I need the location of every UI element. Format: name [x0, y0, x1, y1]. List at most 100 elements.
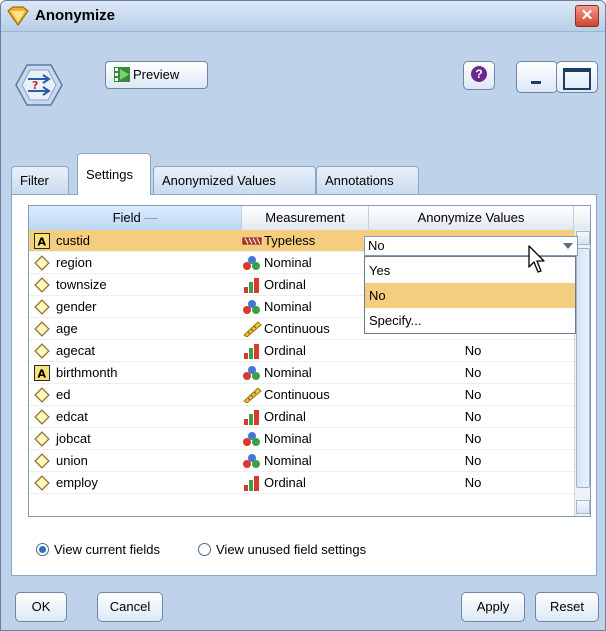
help-icon: ? [471, 66, 487, 82]
table-vertical-scrollbar[interactable] [574, 230, 590, 516]
anonymize-value-cell[interactable]: No [371, 362, 575, 384]
help-button[interactable]: ? [463, 61, 495, 90]
field-name: jobcat [56, 431, 91, 446]
string-type-icon: A [34, 365, 50, 381]
measurement-value: Nominal [264, 453, 312, 468]
option-specify[interactable]: Specify... [365, 308, 575, 333]
measurement-value: Continuous [264, 321, 330, 336]
field-cell: agecat [31, 340, 239, 362]
table-row[interactable]: Abirthmonth Nominal No [29, 362, 574, 384]
field-cell: ed [31, 384, 239, 406]
field-name: custid [56, 233, 90, 248]
anonymize-value-cell[interactable]: No [371, 472, 575, 494]
anonymize-dialog: Anonymize ✕ ? Preview ? Filter Settings … [0, 0, 606, 631]
tab-filter[interactable]: Filter [11, 166, 69, 194]
table-row[interactable]: ed Continuous No [29, 384, 574, 406]
measurement-cell[interactable]: Ordinal [242, 274, 366, 296]
tab-anonymized-values[interactable]: Anonymized Values [153, 166, 316, 194]
ok-button[interactable]: OK [15, 592, 67, 622]
measurement-cell[interactable]: Continuous [242, 384, 366, 406]
field-cell: townsize [31, 274, 239, 296]
measurement-cell[interactable]: Nominal [242, 252, 366, 274]
anonymize-value-cell[interactable]: No [371, 384, 575, 406]
field-name: ed [56, 387, 71, 402]
field-cell: Acustid [31, 230, 239, 252]
header-field[interactable]: Field — [29, 206, 242, 230]
measurement-cell[interactable]: Nominal [242, 296, 366, 318]
measurement-cell[interactable]: Ordinal [242, 472, 366, 494]
number-type-icon [34, 387, 50, 403]
anonymize-value-cell[interactable]: No [371, 406, 575, 428]
field-cell: employ [31, 472, 239, 494]
field-name: union [56, 453, 88, 468]
close-button[interactable]: ✕ [575, 5, 599, 27]
option-no[interactable]: No [365, 283, 575, 308]
scroll-down-icon[interactable] [576, 500, 590, 514]
measurement-value: Continuous [264, 387, 330, 402]
table-row[interactable]: edcat Ordinal No [29, 406, 574, 428]
field-name: edcat [56, 409, 88, 424]
mouse-pointer-icon [528, 245, 545, 273]
table-row[interactable]: jobcat Nominal No [29, 428, 574, 450]
svg-text:A: A [38, 368, 47, 381]
number-type-icon [34, 299, 50, 315]
measurement-value: Nominal [264, 431, 312, 446]
measurement-cell[interactable]: Ordinal [242, 406, 366, 428]
anonymize-value-cell[interactable]: No [371, 428, 575, 450]
number-type-icon [34, 255, 50, 271]
table-row[interactable]: agecat Ordinal No [29, 340, 574, 362]
header-measurement[interactable]: Measurement [242, 206, 369, 230]
preview-icon [114, 67, 130, 82]
continuous-measurement-icon [242, 321, 262, 338]
anonymize-node-icon [7, 6, 29, 26]
radio-button-unused[interactable] [198, 543, 211, 556]
minimize-icon [531, 81, 541, 84]
field-name: townsize [56, 277, 107, 292]
measurement-cell[interactable]: Nominal [242, 450, 366, 472]
anonymize-value-cell[interactable]: No [371, 450, 575, 472]
measurement-cell[interactable]: Ordinal [242, 340, 366, 362]
anonymize-node-badge-icon: ? [15, 64, 63, 106]
header-anonymize-values[interactable]: Anonymize Values [369, 206, 574, 230]
number-type-icon [34, 277, 50, 293]
scroll-up-icon[interactable] [576, 231, 590, 245]
string-type-icon: A [34, 233, 50, 249]
scroll-thumb[interactable] [576, 248, 590, 488]
measurement-cell[interactable]: Continuous [242, 318, 366, 340]
field-cell: Abirthmonth [31, 362, 239, 384]
table-row[interactable]: employ Ordinal No [29, 472, 574, 494]
svg-text:?: ? [32, 79, 38, 92]
svg-text:A: A [38, 236, 47, 249]
number-type-icon [34, 409, 50, 425]
number-type-icon [34, 475, 50, 491]
preview-button[interactable]: Preview [105, 61, 208, 89]
measurement-value: Ordinal [264, 475, 306, 490]
ordinal-measurement-icon [242, 409, 262, 425]
window-title: Anonymize [35, 7, 116, 24]
number-type-icon [34, 321, 50, 337]
field-cell: union [31, 450, 239, 472]
nominal-measurement-icon [242, 365, 262, 381]
radio-button-current[interactable] [36, 543, 49, 556]
maximize-icon [563, 68, 591, 90]
cancel-button[interactable]: Cancel [97, 592, 163, 622]
measurement-value: Nominal [264, 299, 312, 314]
close-icon: ✕ [580, 7, 594, 24]
title-bar[interactable]: Anonymize ✕ [1, 1, 605, 32]
measurement-cell[interactable]: Typeless [242, 230, 366, 252]
measurement-cell[interactable]: Nominal [242, 362, 366, 384]
chevron-down-icon[interactable] [563, 243, 573, 249]
reset-button[interactable]: Reset [535, 592, 599, 622]
typeless-measurement-icon [242, 233, 262, 249]
table-row[interactable]: union Nominal No [29, 450, 574, 472]
anonymize-value-cell[interactable]: No [371, 340, 575, 362]
field-cell: jobcat [31, 428, 239, 450]
tab-annotations[interactable]: Annotations [316, 166, 419, 194]
maximize-button[interactable] [556, 61, 598, 93]
measurement-value: Nominal [264, 255, 312, 270]
apply-button[interactable]: Apply [461, 592, 525, 622]
measurement-cell[interactable]: Nominal [242, 428, 366, 450]
tab-settings[interactable]: Settings [77, 153, 151, 195]
field-name: gender [56, 299, 97, 314]
minimize-button[interactable] [516, 61, 558, 93]
